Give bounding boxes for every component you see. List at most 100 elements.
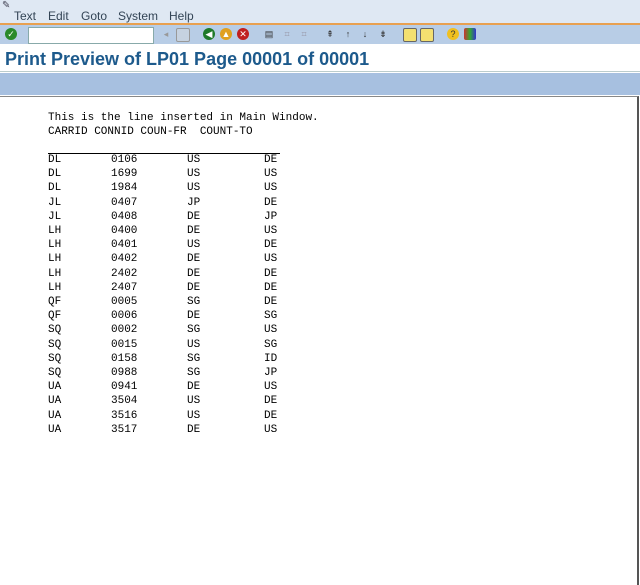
- table-cell: US: [187, 182, 201, 195]
- new-session-icon[interactable]: [403, 28, 417, 42]
- table-cell: 3504: [111, 395, 138, 408]
- menu-icon[interactable]: ✎: [2, 0, 10, 11]
- save-icon[interactable]: [176, 28, 190, 42]
- find-next-icon[interactable]: ⌗: [298, 28, 310, 40]
- layout-icon[interactable]: [464, 28, 476, 40]
- table-cell: LH: [48, 253, 62, 266]
- table-cell: SG: [187, 367, 201, 379]
- table-cell: US: [187, 409, 201, 422]
- table-cell: US: [187, 154, 201, 166]
- table-cell: QF: [48, 310, 62, 323]
- table-cell: US: [187, 168, 201, 181]
- table-cell: LH: [48, 239, 62, 252]
- table-cell: US: [187, 395, 201, 408]
- cancel-icon[interactable]: ✕: [237, 28, 249, 40]
- find-icon[interactable]: ⌗: [281, 28, 293, 40]
- table-cell: DE: [264, 395, 278, 408]
- table-cell: 3517: [111, 423, 138, 436]
- table-cell: 0988: [111, 367, 138, 379]
- table-cell: SQ: [48, 324, 62, 337]
- table-cell: DE: [264, 267, 278, 280]
- next-page-icon[interactable]: ↓: [359, 28, 371, 40]
- menu-edit[interactable]: Edit: [48, 9, 69, 23]
- table-cell: US: [264, 253, 278, 266]
- table-cell: 0400: [111, 225, 138, 237]
- table-cell: JP: [264, 210, 278, 223]
- table-cell: LH: [48, 225, 62, 237]
- table-cell: DE: [187, 253, 201, 266]
- table-cell: US: [264, 381, 278, 394]
- table-cell: US: [264, 324, 278, 337]
- menu-goto[interactable]: Goto: [81, 9, 107, 23]
- table-cell: SQ: [48, 338, 62, 351]
- last-page-icon[interactable]: ⇟: [377, 28, 389, 40]
- table-cell: DE: [187, 310, 201, 323]
- table-cell: SQ: [48, 367, 62, 379]
- table-cell: 0941: [111, 381, 138, 394]
- table-cell: US: [264, 423, 278, 436]
- table-cell: US: [264, 168, 278, 181]
- table-cell: 0402: [111, 253, 138, 266]
- back-arrow-icon[interactable]: ◂: [160, 28, 172, 40]
- first-page-icon[interactable]: ⇞: [324, 28, 336, 40]
- table-cell: SG: [187, 296, 201, 308]
- intro-line: This is the line inserted in Main Window…: [48, 112, 319, 124]
- table-cell: US: [264, 182, 278, 195]
- menu-text[interactable]: Text: [14, 9, 36, 23]
- table-cell: 0002: [111, 324, 138, 337]
- table-cell: 2407: [111, 281, 138, 294]
- table-cell: 0408: [111, 210, 138, 223]
- table-cell: DE: [264, 409, 278, 422]
- table-cell: DL: [48, 168, 62, 181]
- table-cell: SG: [187, 352, 201, 365]
- help-icon[interactable]: ?: [447, 28, 459, 40]
- table-cell: JP: [264, 367, 278, 379]
- shortcut-icon[interactable]: [420, 28, 434, 42]
- enter-icon[interactable]: ✓: [5, 28, 17, 40]
- table-cell: 0158: [111, 352, 138, 365]
- previous-page-icon[interactable]: ↑: [342, 28, 354, 40]
- table-cell: DE: [187, 381, 201, 394]
- print-preview-area: [0, 96, 639, 585]
- table-cell: DE: [264, 154, 278, 166]
- menu-bar: ✎ Text Edit Goto System Help: [0, 0, 640, 24]
- table-cell: ID: [264, 352, 278, 365]
- table-cell: LH: [48, 267, 62, 280]
- table-cell: UA: [48, 381, 62, 394]
- table-cell: DE: [187, 423, 201, 436]
- table-cell: US: [187, 239, 201, 252]
- table-cell: LH: [48, 281, 62, 294]
- table-cell: 1699: [111, 168, 138, 181]
- table-cell: US: [187, 338, 201, 351]
- table-cell: UA: [48, 423, 62, 436]
- table-cell: SG: [264, 310, 278, 323]
- table-cell: 0005: [111, 296, 138, 308]
- application-toolbar: [0, 73, 640, 95]
- menu-help[interactable]: Help: [169, 9, 194, 23]
- table-cell: SQ: [48, 352, 62, 365]
- table-cell: DE: [187, 281, 201, 294]
- table-cell: SG: [264, 338, 278, 351]
- table-cell: DE: [264, 239, 278, 252]
- table-cell: US: [264, 225, 278, 237]
- print-icon[interactable]: ▤: [263, 28, 275, 40]
- command-field[interactable]: [28, 27, 154, 44]
- menu-system[interactable]: System: [118, 9, 158, 23]
- table-cell: JP: [187, 196, 201, 209]
- table-cell: UA: [48, 409, 62, 422]
- page-title: Print Preview of LP01 Page 00001 of 0000…: [5, 49, 370, 69]
- exit-icon[interactable]: ▲: [220, 28, 232, 40]
- table-cell: 1984: [111, 182, 138, 195]
- table-cell: DL: [48, 182, 62, 195]
- divider: [0, 71, 640, 72]
- table-cell: 2402: [111, 267, 138, 280]
- table-cell: 0106: [111, 154, 138, 166]
- table-cell: JL: [48, 210, 62, 223]
- table-cell: 0006: [111, 310, 138, 323]
- table-cell: DE: [264, 281, 278, 294]
- table-cell: DE: [264, 296, 278, 308]
- table-cell: DE: [187, 225, 201, 237]
- back-icon[interactable]: ◀: [203, 28, 215, 40]
- header-rule: [48, 153, 280, 154]
- table-cell: QF: [48, 296, 62, 308]
